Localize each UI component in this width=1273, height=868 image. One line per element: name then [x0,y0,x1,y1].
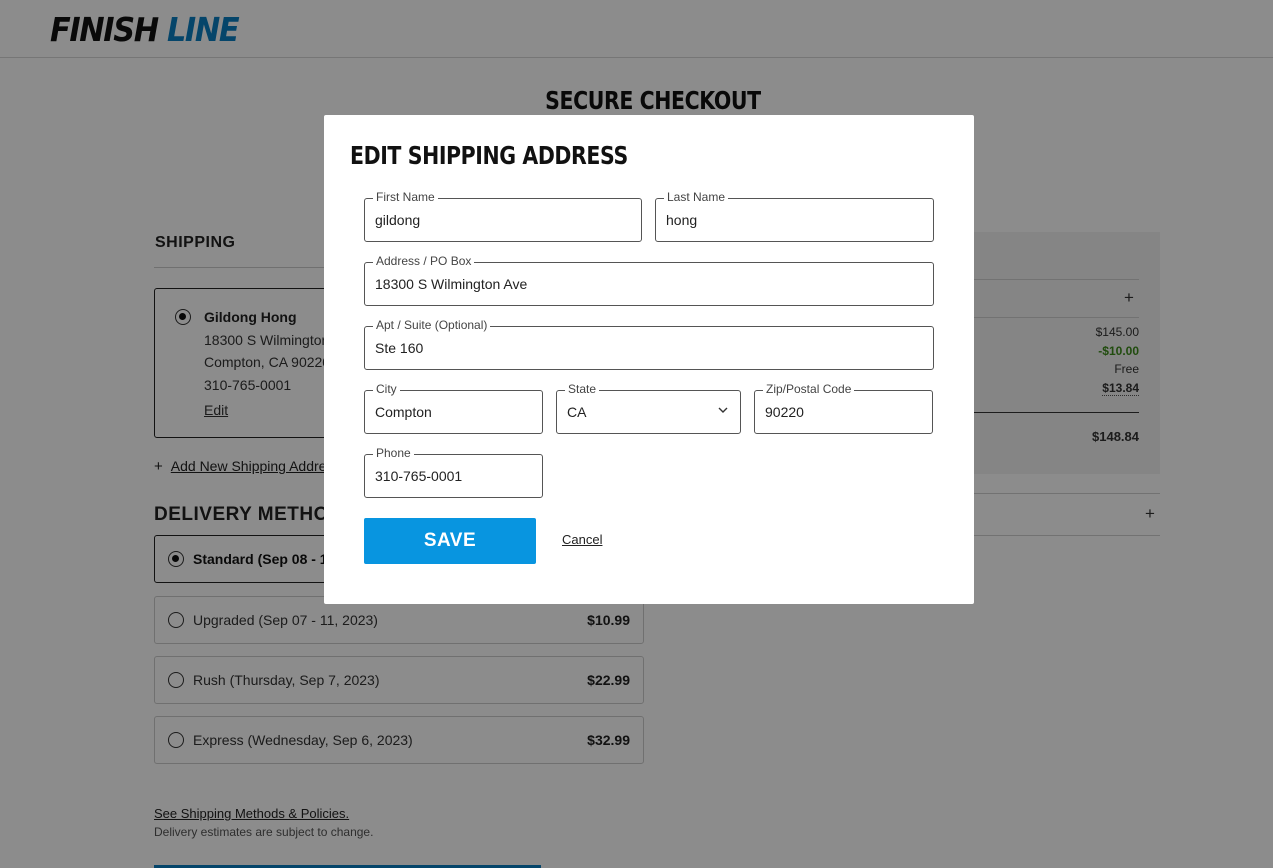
zip-value: 90220 [765,404,804,420]
chevron-down-icon [718,407,728,413]
phone-value: 310-765-0001 [375,468,463,484]
address-field[interactable]: Address / PO Box 18300 S Wilmington Ave [364,254,934,306]
phone-label: Phone [373,446,414,460]
last-name-field[interactable]: Last Name hong [655,190,934,242]
address-value: 18300 S Wilmington Ave [375,276,528,292]
city-value: Compton [375,404,432,420]
first-name-field[interactable]: First Name gildong [364,190,642,242]
city-field[interactable]: City Compton [364,382,543,434]
last-name-value: hong [666,212,698,228]
zip-field[interactable]: Zip/Postal Code 90220 [754,382,933,434]
apt-suite-field[interactable]: Apt / Suite (Optional) Ste 160 [364,318,934,370]
state-label: State [565,382,600,396]
last-name-label: Last Name [664,190,729,204]
apt-suite-label: Apt / Suite (Optional) [373,318,491,332]
edit-shipping-address-modal: EDIT SHIPPING ADDRESS First Name gildong… [324,115,974,604]
state-value: CA [567,404,587,420]
first-name-label: First Name [373,190,438,204]
save-button[interactable]: SAVE [364,518,536,564]
phone-field[interactable]: Phone 310-765-0001 [364,446,543,498]
modal-title: EDIT SHIPPING ADDRESS [350,141,628,170]
address-label: Address / PO Box [373,254,475,268]
cancel-link[interactable]: Cancel [562,532,602,547]
apt-suite-value: Ste 160 [375,340,424,356]
first-name-value: gildong [375,212,421,228]
city-label: City [373,382,400,396]
zip-label: Zip/Postal Code [763,382,855,396]
state-select[interactable]: State CA [556,382,741,434]
